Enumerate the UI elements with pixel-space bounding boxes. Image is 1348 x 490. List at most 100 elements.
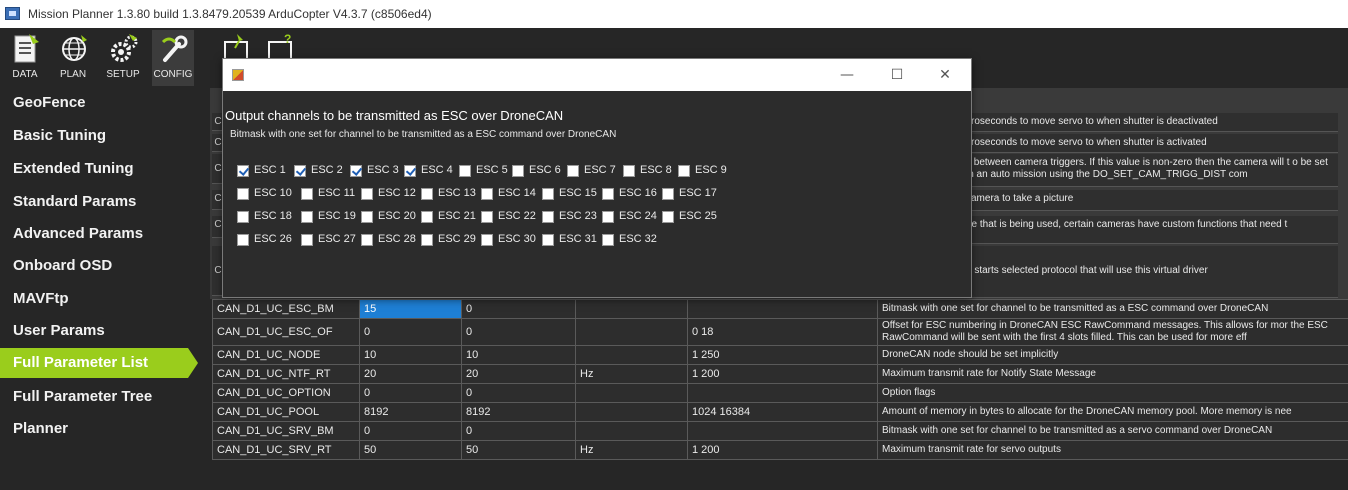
occluded-row-description: pe that is being used, certain cameras h… — [962, 216, 1338, 244]
toolbar-config-button[interactable]: CONFIG — [152, 30, 194, 86]
param-name: CAN_D1_UC_OPTION — [212, 383, 360, 403]
checkbox-unchecked-icon[interactable] — [301, 234, 313, 246]
esc-checkbox-label: ESC 1 — [254, 164, 286, 176]
window-title: Mission Planner 1.3.80 build 1.3.8479.20… — [28, 7, 432, 21]
esc-checkbox-label: ESC 25 — [679, 210, 717, 222]
toolbar-plan-button[interactable]: PLAN — [52, 30, 94, 86]
esc-checkbox-label: ESC 6 — [529, 164, 561, 176]
sidebar-item-planner[interactable]: Planner — [0, 414, 210, 444]
checkbox-unchecked-icon[interactable] — [301, 188, 313, 200]
toolbar-setup-button[interactable]: SETUP — [102, 30, 144, 86]
checkbox-unchecked-icon[interactable] — [237, 188, 249, 200]
checkbox-unchecked-icon[interactable] — [602, 211, 614, 223]
checkbox-unchecked-icon[interactable] — [237, 211, 249, 223]
esc-checkbox-label: ESC 13 — [438, 187, 476, 199]
sidebar-item-standard-params[interactable]: Standard Params — [0, 187, 210, 217]
esc-checkbox-label: ESC 10 — [254, 187, 292, 199]
checkbox-unchecked-icon[interactable] — [567, 165, 579, 177]
checkbox-unchecked-icon[interactable] — [361, 211, 373, 223]
sidebar-item-basic-tuning[interactable]: Basic Tuning — [0, 121, 210, 151]
checkbox-unchecked-icon[interactable] — [602, 188, 614, 200]
checkbox-checked-icon[interactable] — [404, 165, 416, 177]
param-range: 1 200 — [687, 440, 878, 460]
sidebar-item-geofence[interactable]: GeoFence — [0, 88, 210, 118]
checkbox-unchecked-icon[interactable] — [678, 165, 690, 177]
param-value-cell[interactable]: 10 — [359, 345, 462, 365]
table-row[interactable]: CAN_D1_UC_OPTION 0 0 Option flags — [212, 383, 1348, 403]
checkbox-unchecked-icon[interactable] — [542, 234, 554, 246]
esc-checkbox-label: ESC 23 — [559, 210, 597, 222]
checkbox-unchecked-icon[interactable] — [623, 165, 635, 177]
occluded-row-description: camera to take a picture — [962, 190, 1338, 211]
param-description: Maximum transmit rate for servo outputs — [877, 440, 1348, 460]
sidebar-item-full-parameter-tree[interactable]: Full Parameter Tree — [0, 382, 210, 412]
checkbox-unchecked-icon[interactable] — [662, 211, 674, 223]
checkbox-unchecked-icon[interactable] — [542, 211, 554, 223]
param-description: Bitmask with one set for channel to be t… — [877, 299, 1348, 319]
sidebar-item-advanced-params[interactable]: Advanced Params — [0, 219, 210, 249]
checkbox-unchecked-icon[interactable] — [421, 234, 433, 246]
checkbox-unchecked-icon[interactable] — [459, 165, 471, 177]
checkbox-unchecked-icon[interactable] — [421, 188, 433, 200]
param-default: 0 — [461, 383, 576, 403]
sidebar-item-mavftp[interactable]: MAVFtp — [0, 284, 210, 314]
sidebar-item-onboard-osd[interactable]: Onboard OSD — [0, 251, 210, 281]
esc-checkbox-label: ESC 16 — [619, 187, 657, 199]
param-value-cell[interactable]: 0 — [359, 318, 462, 346]
esc-checkbox-label: ESC 21 — [438, 210, 476, 222]
sidebar-item-user-params[interactable]: User Params — [0, 316, 210, 346]
esc-checkbox-label: ESC 32 — [619, 233, 657, 245]
table-row[interactable]: CAN_D1_UC_NTF_RT 20 20 Hz 1 200 Maximum … — [212, 364, 1348, 384]
checkbox-checked-icon[interactable] — [294, 165, 306, 177]
config-sidebar: GeoFence Basic Tuning Extended Tuning St… — [0, 88, 210, 490]
checkbox-unchecked-icon[interactable] — [361, 234, 373, 246]
param-name: CAN_D1_UC_ESC_BM — [212, 299, 360, 319]
checkbox-unchecked-icon[interactable] — [237, 234, 249, 246]
param-value-cell[interactable]: 0 — [359, 383, 462, 403]
checkbox-checked-icon[interactable] — [350, 165, 362, 177]
table-row[interactable]: CAN_D1_UC_POOL 8192 8192 1024 16384 Amou… — [212, 402, 1348, 422]
dialog-subtitle: Bitmask with one set for channel to be t… — [230, 129, 617, 140]
dialog-title-bar[interactable]: — ☐ ✕ — [223, 59, 971, 91]
occluded-row-description: croseconds to move servo to when shutter… — [962, 134, 1338, 153]
table-row[interactable]: CAN_D1_UC_ESC_BM 15 0 Bitmask with one s… — [212, 299, 1348, 319]
table-row[interactable]: CAN_D1_UC_SRV_RT 50 50 Hz 1 200 Maximum … — [212, 440, 1348, 460]
param-value-cell[interactable]: 50 — [359, 440, 462, 460]
sidebar-item-extended-tuning[interactable]: Extended Tuning — [0, 154, 210, 184]
checkbox-unchecked-icon[interactable] — [301, 211, 313, 223]
param-default: 0 — [461, 421, 576, 441]
param-value-cell[interactable]: 0 — [359, 421, 462, 441]
wrench-icon — [161, 35, 188, 62]
esc-checkbox-label: ESC 24 — [619, 210, 657, 222]
param-name: CAN_D1_UC_NTF_RT — [212, 364, 360, 384]
checkbox-checked-icon[interactable] — [237, 165, 249, 177]
checkbox-unchecked-icon[interactable] — [361, 188, 373, 200]
param-value-cell[interactable]: 15 — [359, 299, 462, 319]
param-units: Hz — [575, 440, 688, 460]
checkbox-unchecked-icon[interactable] — [662, 188, 674, 200]
close-button[interactable]: ✕ — [923, 59, 967, 91]
table-row[interactable]: CAN_D1_UC_ESC_OF 0 0 0 18 Offset for ESC… — [212, 318, 1348, 346]
param-description: DroneCAN node should be set implicitly — [877, 345, 1348, 365]
minimize-button[interactable]: — — [825, 59, 869, 91]
param-units — [575, 402, 688, 422]
esc-checkbox-label: ESC 29 — [438, 233, 476, 245]
checkbox-unchecked-icon[interactable] — [421, 211, 433, 223]
sidebar-item-full-parameter-list[interactable]: Full Parameter List — [0, 348, 198, 378]
esc-checkbox-label: ESC 18 — [254, 210, 292, 222]
toolbar-setup-label: SETUP — [106, 69, 140, 80]
checkbox-unchecked-icon[interactable] — [542, 188, 554, 200]
toolbar-data-button[interactable]: DATA — [4, 30, 46, 86]
table-row[interactable]: CAN_D1_UC_SRV_BM 0 0 Bitmask with one se… — [212, 421, 1348, 441]
checkbox-unchecked-icon[interactable] — [602, 234, 614, 246]
checkbox-unchecked-icon[interactable] — [481, 234, 493, 246]
param-value-cell[interactable]: 8192 — [359, 402, 462, 422]
param-value-cell[interactable]: 20 — [359, 364, 462, 384]
maximize-button[interactable]: ☐ — [875, 59, 919, 91]
checkbox-unchecked-icon[interactable] — [481, 211, 493, 223]
checkbox-unchecked-icon[interactable] — [481, 188, 493, 200]
table-row[interactable]: CAN_D1_UC_NODE 10 10 1 250 DroneCAN node… — [212, 345, 1348, 365]
esc-checkbox-label: ESC 28 — [378, 233, 416, 245]
checkbox-unchecked-icon[interactable] — [512, 165, 524, 177]
toolbar-data-label: DATA — [12, 69, 38, 80]
